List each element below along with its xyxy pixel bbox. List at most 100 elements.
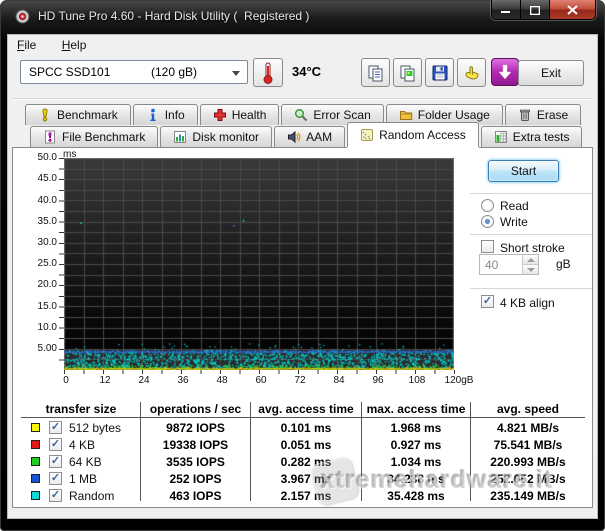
tab-health[interactable]: Health — [200, 104, 280, 125]
x-tick-label: 48 — [207, 375, 237, 386]
short-stroke-checkbox[interactable] — [481, 240, 494, 253]
x-tick-label: 108 — [402, 375, 432, 386]
trash-icon — [518, 108, 532, 122]
maximize-button[interactable] — [521, 0, 550, 20]
tab-extra-tests[interactable]: Extra tests — [481, 126, 583, 147]
menu-file[interactable]: File — [17, 38, 36, 52]
series-label: 64 KB — [69, 455, 102, 469]
tab-random-access[interactable]: Random Access — [347, 122, 479, 147]
tab-file-benchmark[interactable]: File Benchmark — [30, 126, 158, 147]
series-checkbox[interactable]: ✓ — [49, 455, 62, 468]
random-access-icon — [360, 128, 374, 142]
x-tick-marks — [64, 370, 455, 374]
menu-help[interactable]: Help — [62, 38, 87, 52]
menubar: File Help — [17, 38, 108, 56]
spinner-value: 40 — [485, 258, 498, 272]
temperature-button[interactable] — [253, 58, 283, 87]
toolbar-separator — [12, 98, 593, 100]
start-button[interactable]: Start — [488, 160, 559, 182]
app-icon — [15, 9, 30, 24]
series-checkbox[interactable]: ✓ — [49, 438, 62, 451]
drive-capacity: (120 gB) — [151, 65, 197, 79]
short-stroke-spinner[interactable]: 40 — [479, 254, 539, 275]
exit-button[interactable]: Exit — [518, 60, 584, 86]
tab-label: Random Access — [379, 128, 466, 142]
write-label: Write — [500, 215, 528, 229]
magnifier-icon — [294, 108, 308, 122]
tab-disk-monitor[interactable]: Disk monitor — [160, 126, 272, 147]
titlebar[interactable]: HD Tune Pro 4.60 - Hard Disk Utility ( R… — [0, 0, 605, 34]
drive-select-dropdown[interactable]: SPCC SSD101 (120 gB) — [20, 60, 248, 84]
tab-benchmark[interactable]: Benchmark — [25, 104, 131, 125]
client-area: File Help SPCC SSD101 (120 gB) 34°C — [7, 34, 598, 519]
tab-label: Benchmark — [57, 108, 118, 122]
y-tick-label: 10.0 — [25, 322, 57, 333]
options-button[interactable] — [457, 58, 486, 87]
x-tick-label: 60 — [246, 375, 276, 386]
tab-label: Erase — [537, 108, 568, 122]
tab-info[interactable]: Info — [133, 104, 198, 125]
table-row-4kb: ✓ 4 KB 19338 IOPS 0.051 ms 0.927 ms 75.5… — [13, 438, 594, 455]
align-checkbox[interactable]: ✓ — [481, 295, 494, 308]
col-header-avg-access: avg. access time — [251, 402, 361, 416]
read-radio[interactable] — [481, 199, 494, 212]
y-tick-label: 5.00 — [25, 343, 57, 354]
check-icon: ✓ — [51, 439, 60, 450]
save-button[interactable] — [425, 58, 454, 87]
series-checkbox[interactable]: ✓ — [49, 489, 62, 502]
cell-avg: 0.051 ms — [251, 438, 361, 452]
exit-label: Exit — [541, 66, 561, 80]
spinner-down-button[interactable] — [523, 265, 538, 274]
check-icon: ✓ — [51, 490, 60, 501]
minimize-button[interactable] — [492, 0, 521, 20]
cell-ops: 9872 IOPS — [141, 421, 250, 435]
series-checkbox[interactable]: ✓ — [49, 472, 62, 485]
cell-ops: 19338 IOPS — [141, 438, 250, 452]
series-color-swatch — [31, 457, 40, 466]
capture-button[interactable] — [491, 58, 519, 86]
x-tick-label: 24 — [129, 375, 159, 386]
copy-image-button[interactable] — [393, 58, 422, 87]
benchmark-icon — [38, 108, 52, 122]
close-button[interactable] — [550, 0, 595, 20]
series-label: 4 KB — [69, 438, 95, 452]
drive-model: SPCC SSD101 — [29, 65, 110, 79]
tab-erase[interactable]: Erase — [505, 104, 581, 125]
cell-avg: 0.101 ms — [251, 421, 361, 435]
minimize-icon — [501, 6, 511, 14]
random-access-page: ms 50.0 45.0 40.0 35.0 30.0 25.0 20.0 15… — [12, 147, 593, 508]
temperature-value: 34°C — [292, 64, 321, 79]
y-tick-label: 45.0 — [25, 173, 57, 184]
app-window: HD Tune Pro 4.60 - Hard Disk Utility ( R… — [0, 0, 605, 531]
series-color-swatch — [31, 423, 40, 432]
close-icon — [567, 5, 578, 15]
thermometer-icon — [262, 62, 274, 84]
check-icon: ✓ — [51, 456, 60, 467]
x-tick-label: 84 — [324, 375, 354, 386]
file-benchmark-icon — [43, 130, 57, 144]
series-color-swatch — [31, 474, 40, 483]
y-tick-label: 40.0 — [25, 195, 57, 206]
y-tick-label: 35.0 — [25, 216, 57, 227]
write-radio[interactable] — [481, 215, 494, 228]
save-icon — [431, 64, 449, 82]
tab-label: File Benchmark — [62, 130, 145, 144]
tab-row-1: Benchmark Info Health Err — [25, 104, 583, 125]
cell-speed: 4.821 MB/s — [471, 421, 585, 435]
short-stroke-label: Short stroke — [500, 241, 565, 255]
copy-text-button[interactable] — [361, 58, 390, 87]
spinner-up-button[interactable] — [523, 255, 538, 265]
tab-row-2: File Benchmark Disk monitor AAM — [30, 126, 584, 147]
series-checkbox[interactable]: ✓ — [49, 421, 62, 434]
window-title: HD Tune Pro 4.60 - Hard Disk Utility ( R… — [38, 9, 309, 23]
col-header-max-access: max. access time — [362, 402, 470, 416]
col-header-avg-speed: avg. speed — [471, 402, 585, 416]
tab-label: Folder Usage — [418, 108, 490, 122]
maximize-icon — [530, 6, 540, 15]
down-arrow-icon — [498, 64, 512, 80]
cell-ops: 3535 IOPS — [141, 455, 250, 469]
check-icon: ✓ — [51, 473, 60, 484]
tab-aam[interactable]: AAM — [274, 126, 345, 147]
tab-label: Error Scan — [313, 108, 370, 122]
col-header-transfer-size: transfer size — [21, 402, 141, 416]
